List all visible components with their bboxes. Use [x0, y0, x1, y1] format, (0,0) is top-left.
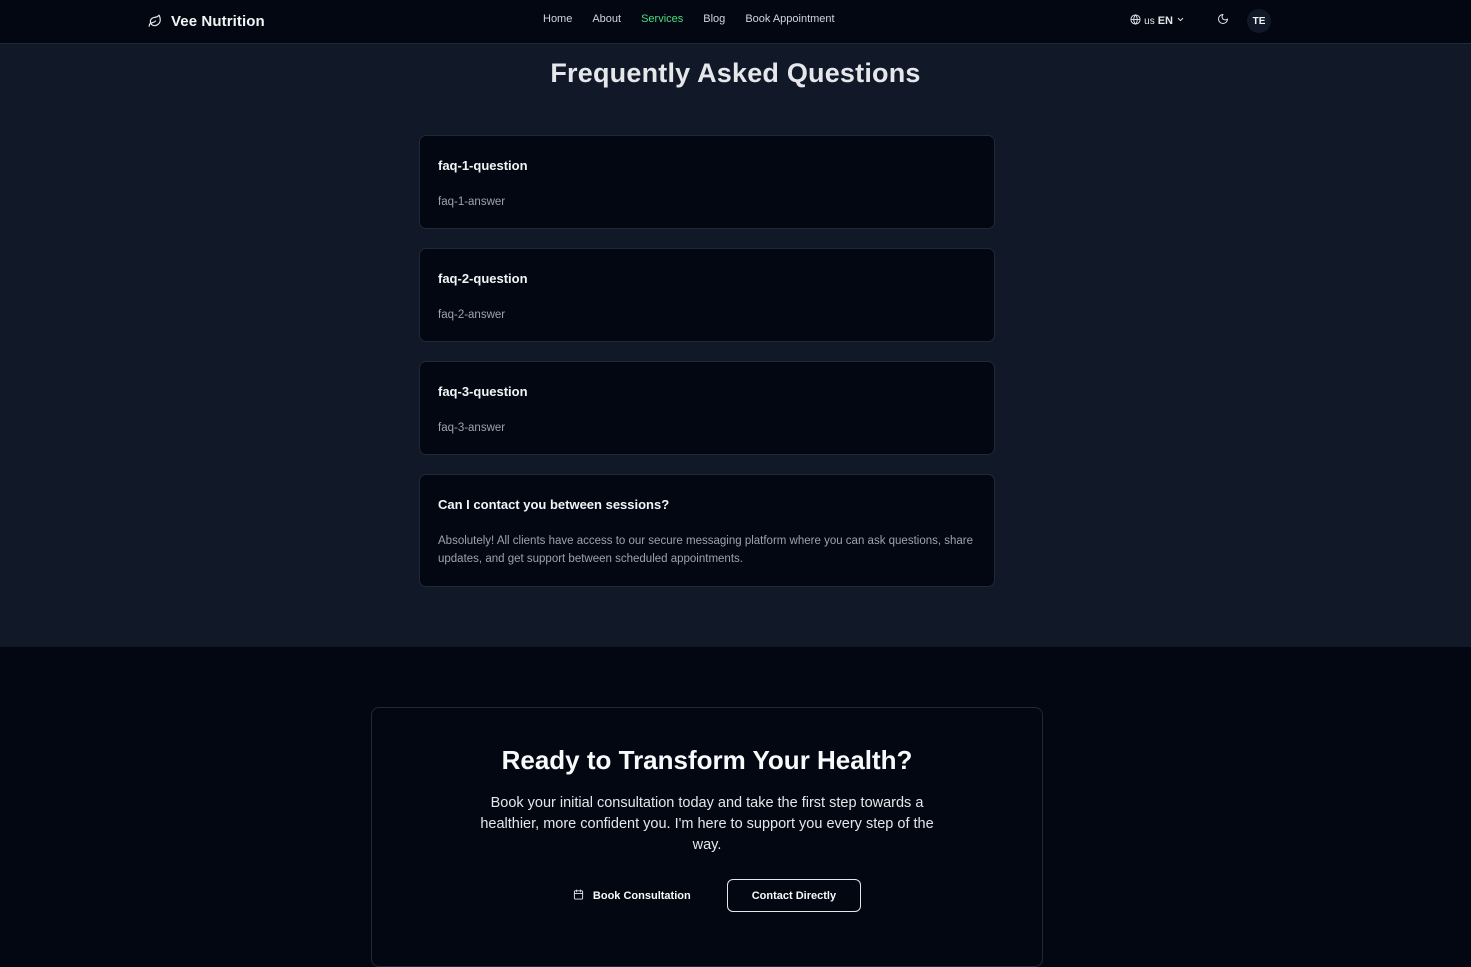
nav-link-book-appointment[interactable]: Book Appointment	[745, 13, 834, 25]
cta-card: Ready to Transform Your Health? Book you…	[371, 707, 1043, 967]
brand-logo-link[interactable]: Vee Nutrition	[148, 11, 265, 31]
theme-toggle-button[interactable]	[1213, 11, 1233, 31]
language-flag: us	[1144, 15, 1155, 27]
chevron-down-icon	[1176, 15, 1185, 27]
top-navbar: Vee Nutrition Home About Services Blog B…	[0, 0, 1471, 44]
nav-actions: us EN TE	[1130, 9, 1271, 33]
globe-icon	[1130, 14, 1141, 28]
faq-answer: faq-1-answer	[438, 196, 506, 208]
language-code: EN	[1157, 15, 1173, 27]
faq-item: faq-2-question faq-2-answer	[419, 248, 995, 342]
cta-description: Book your initial consultation today and…	[480, 795, 934, 853]
faq-item: Can I contact you between sessions? Abso…	[419, 474, 995, 587]
moon-icon	[1217, 12, 1229, 30]
cta-section: Ready to Transform Your Health? Book you…	[0, 647, 1471, 967]
leaf-icon	[148, 14, 162, 28]
contact-directly-button[interactable]: Contact Directly	[726, 879, 862, 912]
nav-link-services[interactable]: Services	[641, 13, 683, 25]
faq-list: faq-1-question faq-1-answer faq-2-questi…	[419, 135, 995, 606]
faq-answer: Absolutely! All clients have access to o…	[438, 535, 974, 565]
user-avatar[interactable]: TE	[1247, 9, 1271, 33]
language-switcher[interactable]: us EN	[1130, 14, 1185, 28]
faq-question[interactable]: faq-1-question	[438, 158, 976, 173]
faq-answer: faq-3-answer	[438, 422, 506, 434]
cta-title: Ready to Transform Your Health?	[501, 745, 913, 775]
faq-item: faq-3-question faq-3-answer	[419, 361, 995, 455]
brand-name: Vee Nutrition	[171, 12, 265, 30]
nav-link-about[interactable]: About	[592, 13, 621, 25]
faq-item: faq-1-question faq-1-answer	[419, 135, 995, 229]
calendar-icon	[573, 888, 584, 903]
nav-link-home[interactable]: Home	[543, 13, 572, 25]
faq-answer: faq-2-answer	[438, 309, 506, 321]
faq-question[interactable]: faq-3-question	[438, 384, 976, 399]
book-consultation-button[interactable]: Book Consultation	[552, 879, 711, 912]
book-consultation-label: Book Consultation	[592, 889, 691, 902]
faq-question[interactable]: faq-2-question	[438, 271, 976, 286]
faq-title: Frequently Asked Questions	[550, 58, 921, 88]
main-navigation: Home About Services Blog Book Appointmen…	[543, 13, 855, 25]
nav-link-blog[interactable]: Blog	[703, 13, 725, 25]
faq-section: Frequently Asked Questions faq-1-questio…	[0, 44, 1471, 647]
faq-question[interactable]: Can I contact you between sessions?	[438, 497, 976, 512]
cta-buttons: Book Consultation Contact Directly	[372, 879, 1042, 912]
